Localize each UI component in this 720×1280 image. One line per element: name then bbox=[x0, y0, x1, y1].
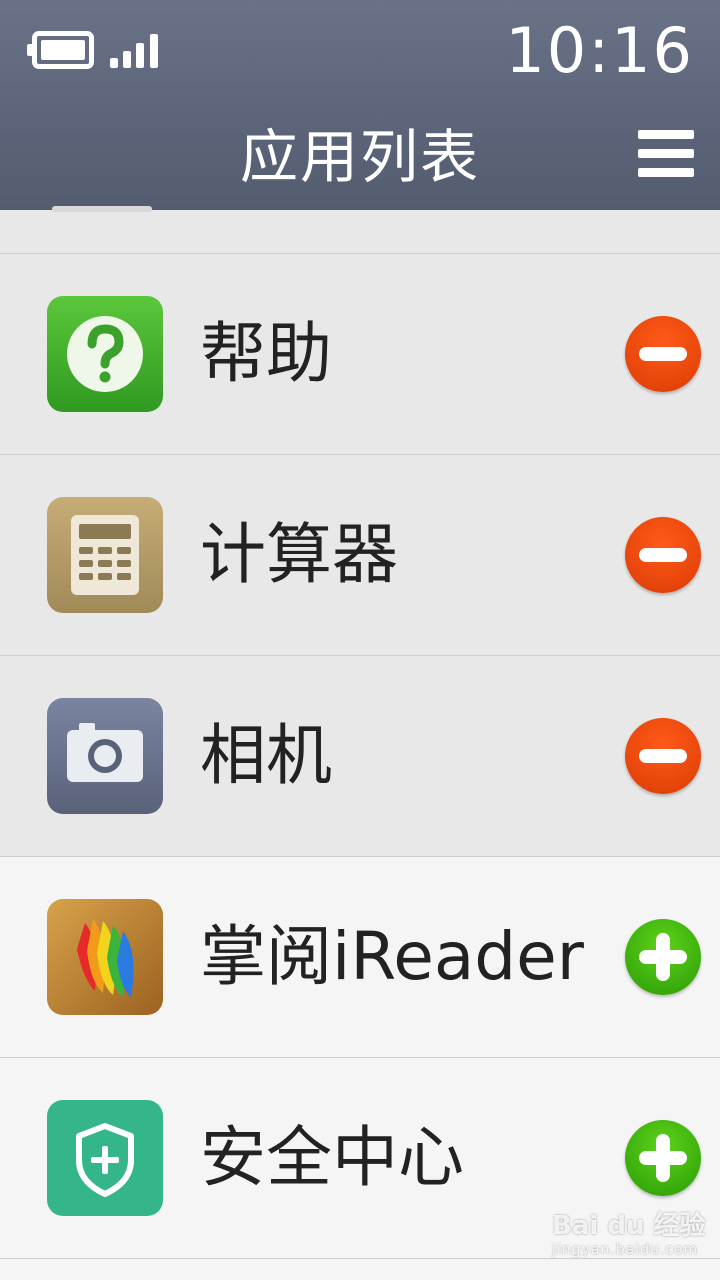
list-item-calculator[interactable]: 计算器 bbox=[0, 455, 720, 656]
list-item-ireader[interactable]: 掌阅iReader bbox=[0, 857, 720, 1058]
app-name: 掌阅iReader bbox=[200, 918, 584, 995]
battery-icon bbox=[27, 31, 94, 69]
add-button[interactable] bbox=[625, 919, 701, 995]
status-time: 10:16 bbox=[505, 14, 694, 87]
app-name: 安全中心 bbox=[200, 1119, 464, 1196]
camera-icon bbox=[47, 698, 163, 814]
add-button[interactable] bbox=[625, 1120, 701, 1196]
security-icon bbox=[47, 1100, 163, 1216]
app-header: 10:16 应用列表 bbox=[0, 0, 720, 210]
help-icon bbox=[47, 296, 163, 412]
list-item-camera[interactable]: 相机 bbox=[0, 656, 720, 857]
app-name: 计算器 bbox=[200, 516, 398, 593]
list-item-help[interactable]: 帮助 bbox=[0, 254, 720, 455]
calculator-icon bbox=[47, 497, 163, 613]
signal-icon bbox=[110, 32, 164, 68]
remove-button[interactable] bbox=[625, 718, 701, 794]
app-name: 相机 bbox=[200, 717, 332, 794]
baidu-watermark: Bai du 经验 jingyan.baidu.com bbox=[552, 1211, 706, 1258]
ireader-icon bbox=[47, 899, 163, 1015]
app-name: 帮助 bbox=[200, 315, 332, 392]
list-item-partial bbox=[0, 206, 720, 254]
menu-icon[interactable] bbox=[638, 130, 694, 178]
remove-button[interactable] bbox=[625, 517, 701, 593]
page-title: 应用列表 bbox=[239, 123, 480, 191]
app-list: 帮助 计算器 相机 掌阅iReader 安全中心 bbox=[0, 206, 720, 1259]
remove-button[interactable] bbox=[625, 316, 701, 392]
